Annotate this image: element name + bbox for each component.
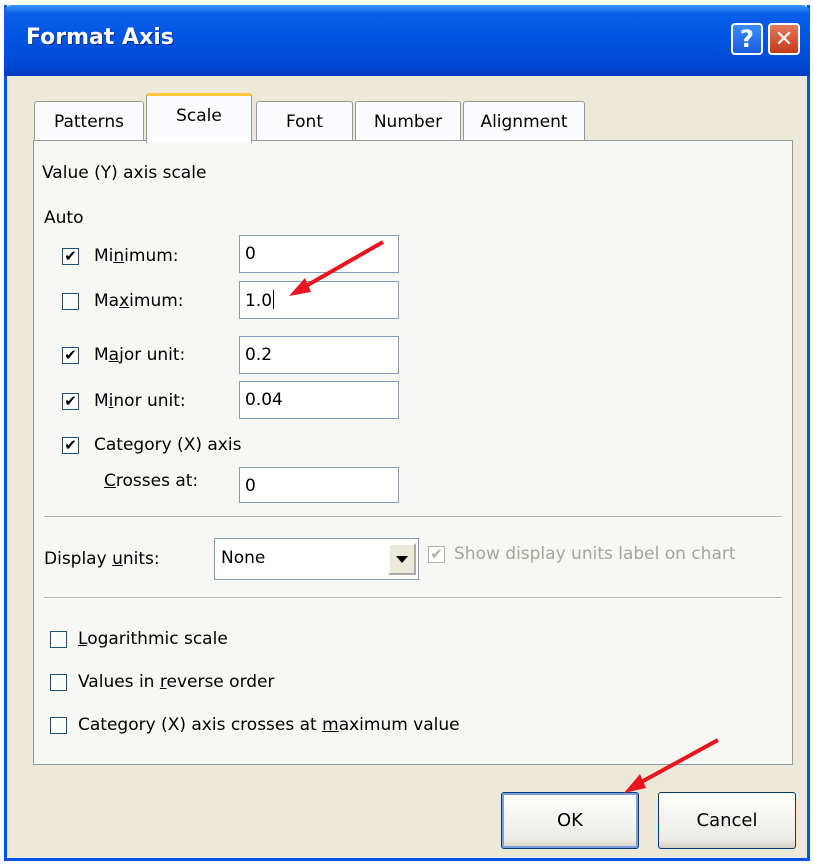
minor-unit-label: Minor unit: [94,391,186,411]
category-axis-auto-checkbox[interactable]: ✔ [62,437,79,454]
maximum-input[interactable]: 1.0 [239,281,399,319]
crosses-at-label-post: rosses at: [115,471,199,491]
display-units-label: Display units: [44,549,160,569]
text-cursor [273,290,275,309]
maximum-label-post: imum: [129,291,184,311]
maximum-input-value: 1.0 [245,291,273,311]
check-icon: ✔ [64,436,77,454]
check-icon: ✔ [64,346,77,364]
reverse-order-checkbox[interactable] [50,674,67,691]
minimum-label-pre: Mi [94,246,114,266]
scale-tab-panel: Value (Y) axis scale Auto ✔ Minimum: 0 M… [33,140,793,765]
major-unit-label-post: jor unit: [119,345,186,365]
maximum-label-pre: Ma [94,291,120,311]
display-units-value: None [221,548,266,568]
ok-button[interactable]: OK [501,792,639,849]
maximum-label: Maximum: [94,291,184,311]
logarithmic-checkbox[interactable] [50,631,67,648]
major-unit-label: Major unit: [94,345,185,365]
auto-label: Auto [44,208,84,228]
question-mark-icon: ? [740,25,754,53]
crosses-at-input[interactable]: 0 [239,467,399,503]
help-button[interactable]: ? [731,23,763,55]
tab-patterns-label: Patterns [53,112,125,132]
close-icon: ✕ [774,26,794,52]
close-button[interactable]: ✕ [768,23,800,55]
logarithmic-label: Logarithmic scale [78,629,228,649]
category-axis-label: Category (X) axis [94,435,242,455]
maximum-label-accel: x [119,291,130,311]
tab-patterns[interactable]: Patterns [34,101,144,143]
logarithmic-label-accel: L [78,629,88,649]
crosses-at-max-checkbox[interactable] [50,717,67,734]
crosses-at-max-label-pre: Category (X) axis crosses at [78,715,323,735]
tab-font-label: Font [285,112,323,132]
reverse-order-label: Values in reverse order [78,672,275,692]
tab-scale[interactable]: Scale [146,93,252,143]
minimum-auto-checkbox[interactable]: ✔ [62,248,79,265]
tab-alignment-label: Alignment [480,112,568,132]
tab-alignment[interactable]: Alignment [463,101,585,143]
tab-font[interactable]: Font [256,101,353,143]
major-unit-input[interactable]: 0.2 [239,336,399,374]
minor-unit-auto-checkbox[interactable]: ✔ [62,393,79,410]
separator [44,516,782,518]
display-units-select[interactable]: None [214,538,419,580]
section-title: Value (Y) axis scale [42,163,207,183]
crosses-at-max-label-accel: m [322,715,339,735]
format-axis-dialog: Format Axis ? ✕ Patterns Scale Font Numb… [4,5,810,861]
check-icon: ✔ [64,392,77,410]
tab-number[interactable]: Number [355,101,461,143]
maximum-auto-checkbox[interactable] [62,293,79,310]
minimum-label: Minimum: [94,246,179,266]
check-icon: ✔ [430,545,443,563]
logarithmic-label-post: ogarithmic scale [87,629,228,649]
check-icon: ✔ [64,247,77,265]
show-units-label-checkbox[interactable]: ✔ [428,546,445,563]
minor-unit-label-post: nor unit: [113,391,186,411]
cancel-button[interactable]: Cancel [658,792,796,849]
crosses-at-max-label-post: aximum value [338,715,460,735]
tab-number-label: Number [373,112,443,132]
crosses-at-max-label: Category (X) axis crosses at maximum val… [78,715,460,735]
chevron-down-icon [396,555,408,563]
minimum-label-post: imum: [124,246,179,266]
separator [44,597,782,599]
show-units-label-text: Show display units label on chart [454,544,736,564]
minor-unit-input[interactable]: 0.04 [239,381,399,419]
crosses-at-label: Crosses at: [104,471,198,491]
major-unit-auto-checkbox[interactable]: ✔ [62,347,79,364]
reverse-order-label-pre: Values in [78,672,160,692]
display-units-label-post: nits: [122,549,160,569]
minimum-label-accel: n [113,246,125,266]
major-unit-label-pre: M [94,345,109,365]
display-units-label-pre: Display [44,549,113,569]
dropdown-button[interactable] [388,543,416,575]
title-bar[interactable]: Format Axis ? ✕ [4,5,810,76]
dialog-title: Format Axis [26,25,174,50]
display-units-label-accel: u [112,549,123,569]
tab-scale-label: Scale [176,106,222,126]
crosses-at-label-accel: C [104,471,116,491]
minor-unit-label-pre: M [94,391,109,411]
reverse-order-label-post: everse order [166,672,275,692]
major-unit-label-accel: a [108,345,120,365]
minimum-input[interactable]: 0 [239,235,399,273]
